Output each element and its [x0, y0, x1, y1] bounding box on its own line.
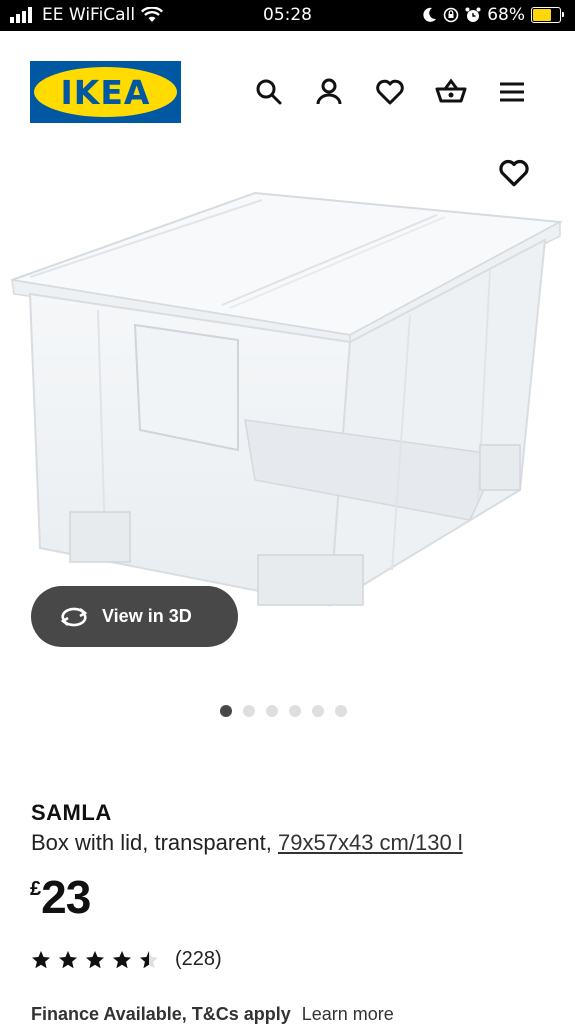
carousel-indicator [220, 705, 347, 717]
battery-icon [531, 7, 564, 23]
product-name: SAMLA [31, 800, 112, 825]
ikea-logo[interactable]: IKEA [30, 61, 181, 123]
status-bar: EE WiFiCall 05:28 68% [0, 0, 575, 31]
basket-icon[interactable] [435, 76, 467, 108]
wishlist-icon[interactable] [374, 76, 406, 108]
carousel-dot[interactable] [312, 705, 324, 717]
star-icon [86, 950, 104, 968]
view-in-3d-button[interactable]: View in 3D [31, 586, 238, 647]
add-to-wishlist-icon[interactable] [497, 156, 531, 190]
rotate-3d-icon [60, 607, 88, 626]
orientation-lock-icon [443, 7, 459, 23]
carousel-dot[interactable] [220, 705, 232, 717]
rating[interactable]: (228) [31, 948, 222, 971]
rating-stars [31, 950, 159, 970]
alarm-icon [465, 7, 481, 22]
carousel-dot[interactable] [289, 705, 301, 717]
learn-more-link[interactable]: Learn more [302, 1004, 394, 1024]
price-amount: 23 [41, 871, 91, 923]
search-icon[interactable] [253, 76, 285, 108]
product-type: Box with lid, transparent, [31, 830, 279, 855]
header-actions [253, 76, 533, 108]
star-icon [113, 950, 131, 968]
product-description: Box with lid, transparent, 79x57x43 cm/1… [31, 830, 463, 856]
product-price: £ 23 [30, 870, 91, 924]
battery-percent: 68% [487, 5, 525, 25]
price-currency: £ [30, 878, 42, 900]
finance-text: Finance Available, T&Cs apply [31, 1004, 291, 1024]
clock: 05:28 [263, 5, 312, 25]
logo-wordmark: IKEA [60, 73, 151, 112]
carousel-dot[interactable] [243, 705, 255, 717]
star-icon [59, 950, 77, 968]
finance-info: Finance Available, T&Cs apply Learn more [31, 1004, 394, 1025]
star-icon [32, 950, 50, 968]
star-icon [140, 950, 158, 968]
product-image[interactable] [0, 150, 575, 650]
moon-icon [423, 7, 437, 22]
carousel-dot[interactable] [335, 705, 347, 717]
carousel-dot[interactable] [266, 705, 278, 717]
review-count: (228) [175, 948, 222, 970]
menu-icon[interactable] [496, 76, 528, 108]
view-in-3d-label: View in 3D [102, 606, 192, 626]
account-icon[interactable] [313, 76, 345, 108]
measurement-link[interactable]: 79x57x43 cm/130 l [278, 830, 463, 855]
